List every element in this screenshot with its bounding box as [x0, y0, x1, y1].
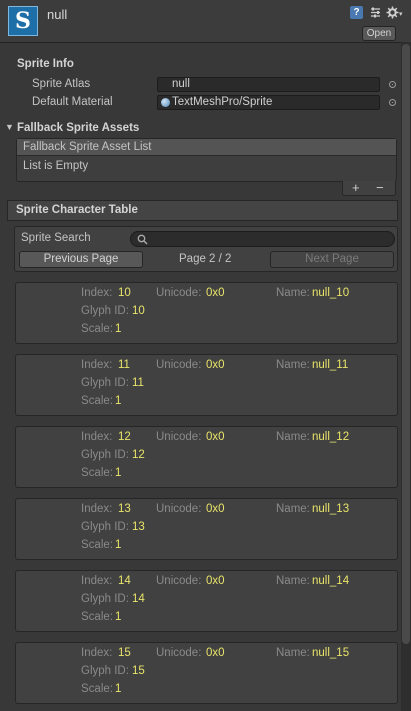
preset-icon[interactable]	[369, 6, 382, 19]
glyph-id-value[interactable]: 12	[132, 449, 145, 461]
sprite-atlas-label: Sprite Atlas	[32, 78, 91, 90]
sprite-info-heading: Sprite Info	[17, 58, 74, 70]
scale-label: Scale:	[81, 611, 113, 623]
fallback-heading[interactable]: Fallback Sprite Assets	[17, 122, 139, 134]
sprite-row[interactable]: Index: 10 Unicode: 0x0 Name: null_10 Glyph ID:…	[15, 282, 398, 344]
unicode-label: Unicode:	[156, 503, 202, 515]
fallback-list-title: Fallback Sprite Asset List	[23, 141, 152, 153]
name-value[interactable]: null_14	[312, 575, 349, 587]
index-label: Index:	[81, 359, 113, 371]
fallback-list-header: Fallback Sprite Asset List	[17, 139, 396, 156]
sprite-row[interactable]: Index: 11 Unicode: 0x0 Name: null_11 Glyph ID:…	[15, 354, 398, 416]
glyph-id-value[interactable]: 10	[132, 305, 145, 317]
name-value[interactable]: null_13	[312, 503, 349, 515]
name-label: Name:	[276, 431, 310, 443]
name-value[interactable]: null_10	[312, 287, 349, 299]
sprite-row[interactable]: Index: 13 Unicode: 0x0 Name: null_13 Glyph ID:…	[15, 498, 398, 560]
glyph-id-label: Glyph ID:	[81, 593, 129, 605]
scale-value[interactable]: 1	[115, 395, 121, 407]
name-label: Name:	[276, 503, 310, 515]
glyph-id-label: Glyph ID:	[81, 305, 129, 317]
sprite-asset-logo-icon: S	[8, 6, 38, 36]
help-icon[interactable]: ?	[350, 6, 363, 19]
page-indicator: Page 2 / 2	[179, 253, 232, 265]
scrollbar-thumb[interactable]	[402, 44, 410, 644]
unicode-label: Unicode:	[156, 359, 202, 371]
name-label: Name:	[276, 287, 310, 299]
index-value: 14	[118, 575, 131, 587]
sprite-row[interactable]: Index: 12 Unicode: 0x0 Name: null_12 Glyph ID:…	[15, 426, 398, 488]
add-element-button[interactable]: +	[352, 180, 360, 195]
default-material-field[interactable]: TextMeshPro/Sprite	[157, 95, 380, 110]
sprite-row[interactable]: Index: 15 Unicode: 0x0 Name: null_15 Glyph ID:…	[15, 642, 398, 704]
list-empty-text: List is Empty	[23, 160, 89, 172]
glyph-id-label: Glyph ID:	[81, 449, 129, 461]
scale-label: Scale:	[81, 467, 113, 479]
glyph-id-label: Glyph ID:	[81, 521, 129, 533]
asset-title: null	[47, 7, 68, 22]
unicode-value[interactable]: 0x0	[206, 431, 225, 443]
sprite-row[interactable]: Index: 14 Unicode: 0x0 Name: null_14 Glyph ID:…	[15, 570, 398, 632]
default-material-label: Default Material	[32, 96, 113, 108]
scale-label: Scale:	[81, 683, 113, 695]
glyph-id-value[interactable]: 13	[132, 521, 145, 533]
sprite-table-header[interactable]: Sprite Character Table	[7, 200, 398, 221]
list-footer: + −	[342, 180, 396, 196]
scale-value[interactable]: 1	[115, 323, 121, 335]
scale-value[interactable]: 1	[115, 611, 121, 623]
scale-label: Scale:	[81, 323, 113, 335]
material-sphere-icon	[161, 98, 170, 107]
object-picker-icon[interactable]	[389, 99, 396, 106]
next-page-button[interactable]: Next Page	[270, 251, 394, 268]
index-label: Index:	[81, 287, 113, 299]
sprite-atlas-field[interactable]: null	[157, 77, 380, 92]
scale-label: Scale:	[81, 395, 113, 407]
foldout-arrow-icon[interactable]: ▼	[5, 122, 14, 132]
search-icon	[137, 234, 148, 245]
glyph-id-label: Glyph ID:	[81, 665, 129, 677]
open-button[interactable]: Open	[362, 26, 396, 41]
unicode-value[interactable]: 0x0	[206, 287, 225, 299]
object-picker-icon[interactable]	[389, 81, 396, 88]
index-value: 13	[118, 503, 131, 515]
unicode-label: Unicode:	[156, 647, 202, 659]
name-value[interactable]: null_15	[312, 647, 349, 659]
sprite-search-label: Sprite Search	[21, 232, 91, 244]
name-label: Name:	[276, 359, 310, 371]
unicode-label: Unicode:	[156, 287, 202, 299]
glyph-id-value[interactable]: 15	[132, 665, 145, 677]
unicode-value[interactable]: 0x0	[206, 647, 225, 659]
index-value: 10	[118, 287, 131, 299]
default-material-value: TextMeshPro/Sprite	[172, 96, 273, 108]
index-value: 15	[118, 647, 131, 659]
dropdown-arrow-icon[interactable]: ▾	[399, 10, 403, 18]
sprite-table-heading: Sprite Character Table	[16, 204, 138, 216]
name-label: Name:	[276, 575, 310, 587]
unicode-label: Unicode:	[156, 575, 202, 587]
remove-element-button[interactable]: −	[376, 180, 384, 195]
name-label: Name:	[276, 647, 310, 659]
index-label: Index:	[81, 575, 113, 587]
previous-page-button[interactable]: Previous Page	[19, 251, 143, 268]
index-label: Index:	[81, 503, 113, 515]
scale-value[interactable]: 1	[115, 539, 121, 551]
scale-value[interactable]: 1	[115, 683, 121, 695]
name-value[interactable]: null_12	[312, 431, 349, 443]
index-label: Index:	[81, 647, 113, 659]
glyph-id-label: Glyph ID:	[81, 377, 129, 389]
unicode-value[interactable]: 0x0	[206, 503, 225, 515]
scale-label: Scale:	[81, 539, 113, 551]
index-label: Index:	[81, 431, 113, 443]
unicode-value[interactable]: 0x0	[206, 575, 225, 587]
glyph-id-value[interactable]: 11	[132, 377, 144, 389]
scale-value[interactable]: 1	[115, 467, 121, 479]
glyph-id-value[interactable]: 14	[132, 593, 145, 605]
index-value: 11	[118, 359, 130, 371]
name-value[interactable]: null_11	[312, 359, 348, 371]
unicode-value[interactable]: 0x0	[206, 359, 225, 371]
index-value: 12	[118, 431, 131, 443]
gear-icon[interactable]	[386, 6, 399, 19]
sprite-search-input[interactable]	[130, 231, 395, 247]
unicode-label: Unicode:	[156, 431, 202, 443]
